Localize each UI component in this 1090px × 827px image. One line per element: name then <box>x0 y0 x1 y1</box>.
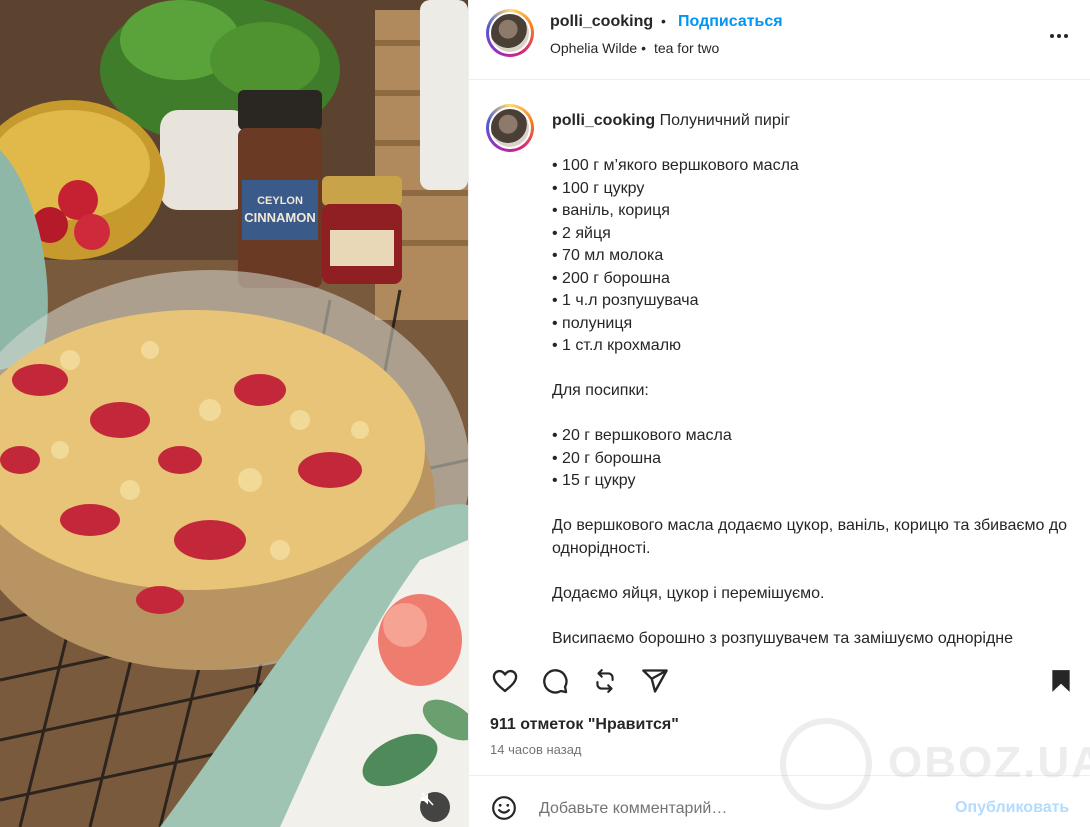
more-dots-icon <box>1050 34 1054 38</box>
bookmark-icon <box>1052 670 1070 692</box>
jar-label-2: CINNAMON <box>244 210 316 225</box>
heart-icon <box>492 669 518 693</box>
caption-line: • 20 г вершкового масла <box>552 427 732 444</box>
caption-username[interactable]: polli_cooking <box>552 112 655 129</box>
caption-line: • 100 г м’якого вершкового масла <box>552 157 799 174</box>
caption-section: polli_cooking Полуничний пиріг • 100 г м… <box>469 81 1090 660</box>
caption-line: Для посипки: <box>552 382 649 399</box>
repost-icon <box>596 669 614 693</box>
caption-line <box>552 560 1072 583</box>
post-details-panel: polli_cooking • Подписаться Ophelia Wild… <box>468 0 1090 827</box>
action-bar <box>469 660 1090 700</box>
caption-line <box>552 493 1072 516</box>
audio-info[interactable]: Ophelia Wilde • tea for two <box>550 40 723 56</box>
caption-line: • 15 г цукру <box>552 472 636 489</box>
emoji-button[interactable] <box>489 793 519 823</box>
share-button[interactable] <box>639 665 671 697</box>
caption-line: До вершкового масла додаємо цукор, ваніл… <box>552 517 1068 557</box>
caption-line <box>552 403 1072 426</box>
follow-button[interactable]: Подписаться <box>678 13 783 31</box>
publish-button[interactable]: Опубликовать <box>955 799 1069 817</box>
post-header: polli_cooking • Подписаться Ophelia Wild… <box>469 0 1090 80</box>
caption-avatar[interactable] <box>486 104 534 152</box>
audio-track: tea for two <box>653 40 720 56</box>
caption-line: • 100 г цукру <box>552 179 645 197</box>
jar-label-1: CEYLON <box>257 195 303 207</box>
author-username[interactable]: polli_cooking <box>550 13 653 31</box>
author-avatar[interactable] <box>486 9 534 57</box>
caption-line: • 1 ст.л крохмалю <box>552 337 682 354</box>
caption-line: • 1 ч.л розпушувача <box>552 292 699 309</box>
caption-line: • полуниця <box>552 314 633 332</box>
caption-line: Висипаємо борошно з розпушувачем та замі… <box>552 629 1014 647</box>
more-options-button[interactable] <box>1047 24 1071 48</box>
caption-line: • ваніль, кориця <box>552 202 670 219</box>
repost-button[interactable] <box>589 665 621 697</box>
like-button[interactable] <box>489 665 521 697</box>
post-media[interactable]: CEYLON CINNAMON <box>0 0 468 827</box>
save-button[interactable] <box>1045 665 1077 697</box>
speaker-muted-icon <box>421 792 434 806</box>
caption-line <box>552 358 1072 381</box>
caption-title: Полуничний пиріг <box>659 112 791 129</box>
caption-line <box>552 605 1072 628</box>
header-separator: • <box>661 13 666 29</box>
caption-line: • 20 г борошна <box>552 449 661 467</box>
caption-body: • 100 г м’якого вершкового масла • 100 г … <box>552 133 1072 651</box>
comment-icon <box>543 669 568 694</box>
likes-count[interactable]: 911 отметок "Нравится" <box>490 716 679 734</box>
comment-button[interactable] <box>539 665 571 697</box>
caption-text: polli_cooking Полуничний пиріг • 100 г м… <box>552 110 1072 650</box>
post-time[interactable]: 14 часов назад <box>490 742 582 757</box>
mute-button[interactable] <box>420 792 450 822</box>
post-photo: CEYLON CINNAMON <box>0 0 468 827</box>
caption-line <box>552 133 1072 156</box>
audio-artist: Ophelia Wilde <box>550 40 638 56</box>
caption-line: • 2 яйця <box>552 224 611 242</box>
comment-bar: Опубликовать <box>469 775 1090 827</box>
comment-input[interactable] <box>539 796 939 822</box>
emoji-icon <box>492 796 516 820</box>
caption-line: Додаємо яйця, цукор і перемішуємо. <box>552 584 825 602</box>
share-icon <box>642 669 668 693</box>
caption-line: • 70 мл молока <box>552 247 664 264</box>
audio-separator: • <box>641 40 647 56</box>
caption-line: • 200 г борошна <box>552 269 670 287</box>
